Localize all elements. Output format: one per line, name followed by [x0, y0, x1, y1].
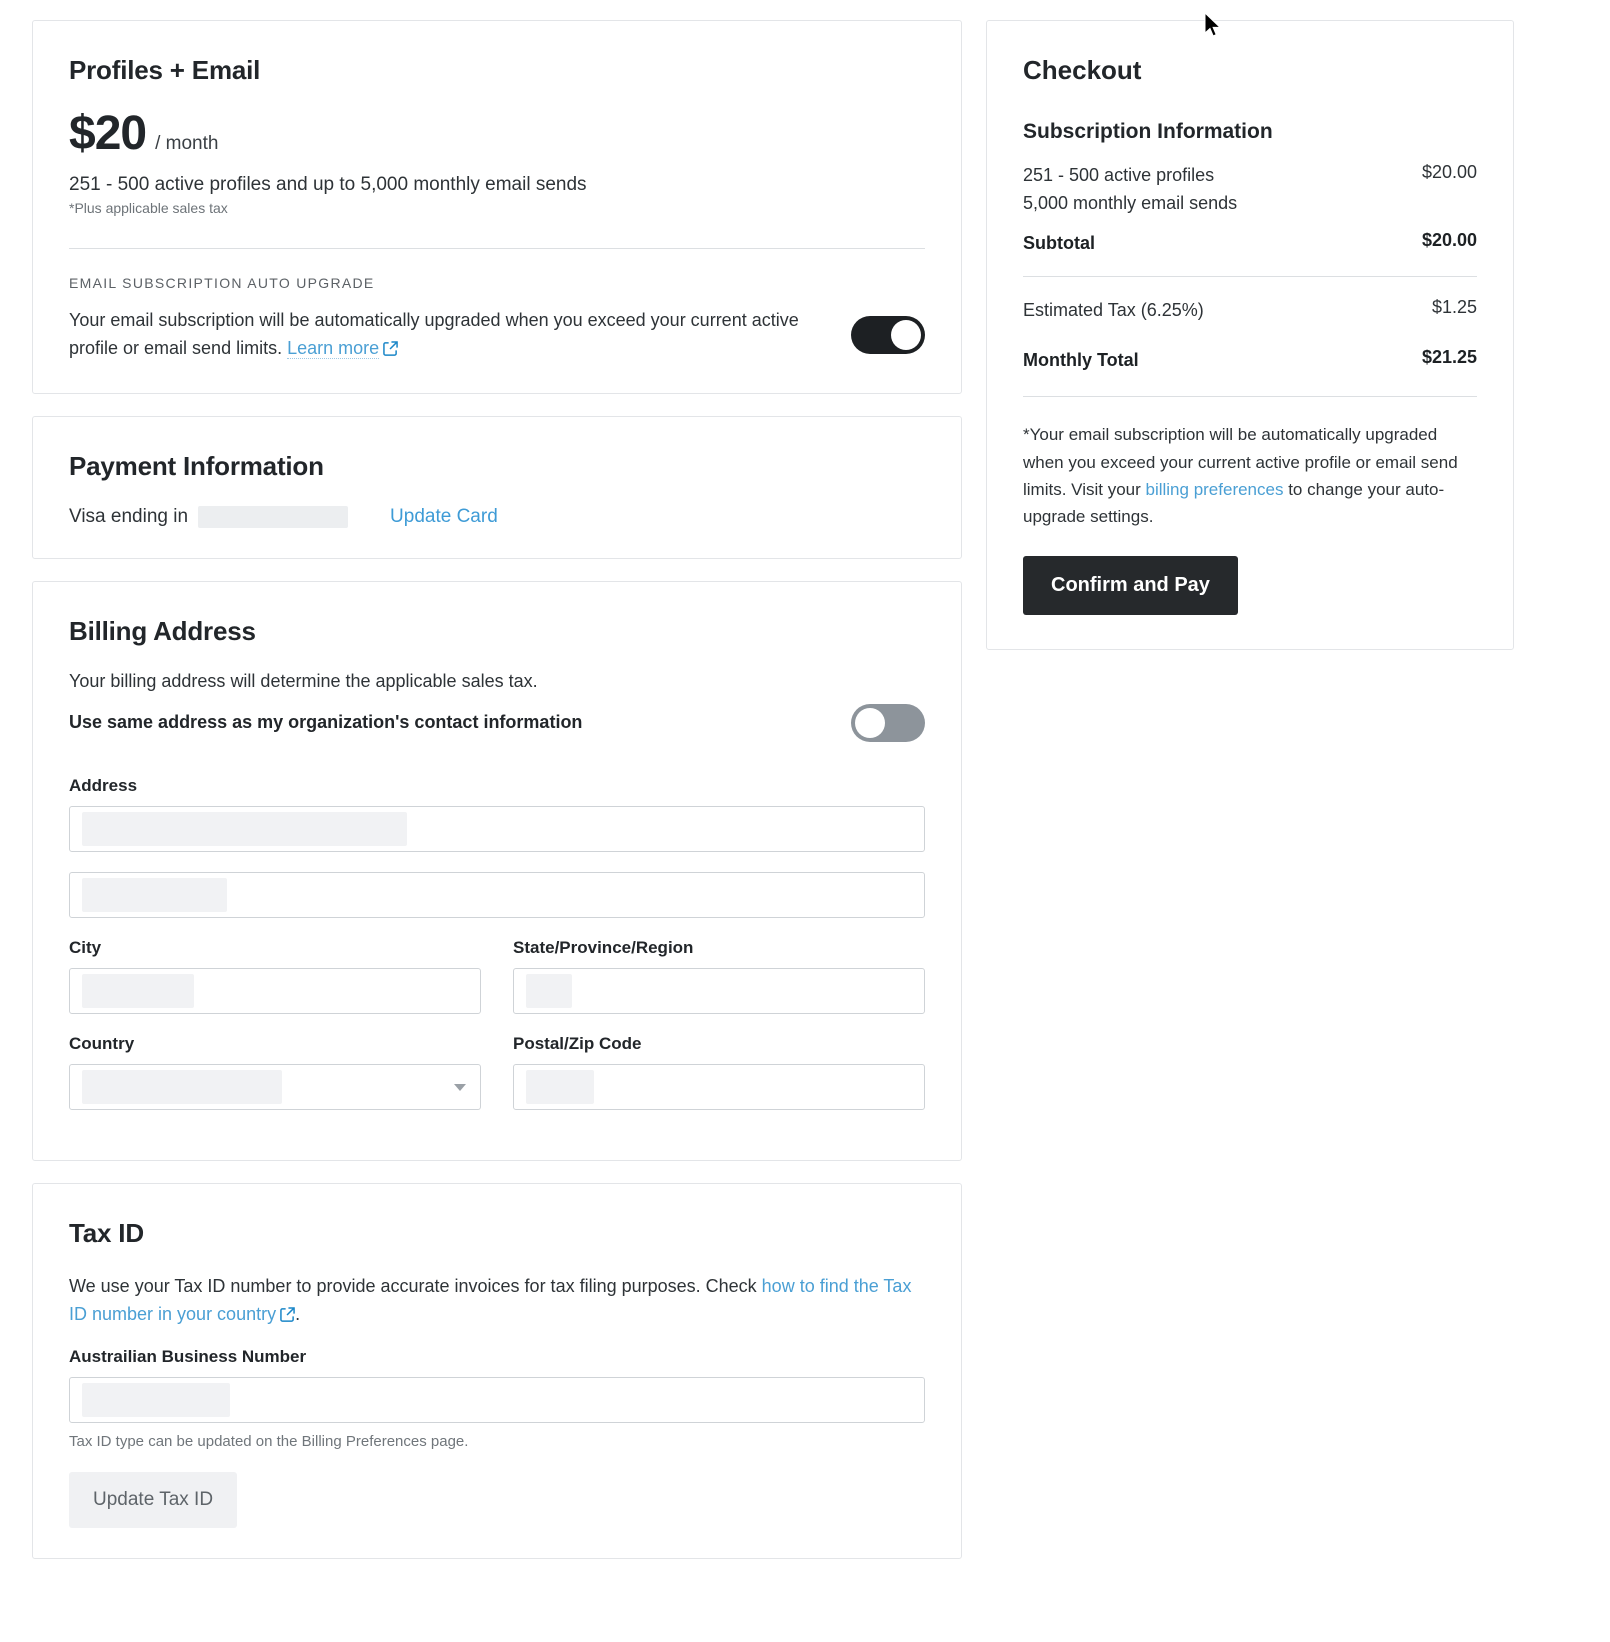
plan-price: $20	[69, 107, 147, 160]
learn-more-label: Learn more	[287, 337, 380, 358]
right-column: Checkout Subscription Information 251 - …	[986, 20, 1514, 1581]
plan-period: / month	[155, 133, 219, 154]
tax-id-field-label: Austrailian Business Number	[69, 1346, 307, 1366]
payment-information-card: Payment Information Visa ending in Updat…	[32, 415, 962, 559]
address-line2-group	[69, 871, 925, 918]
checkout-page: Profiles + Email $20 / month 251 - 500 a…	[0, 0, 1610, 1581]
external-link-icon	[383, 337, 398, 356]
estimated-tax-row: Estimated Tax (6.25%) $1.25	[1023, 297, 1477, 325]
city-field-group: City	[69, 938, 481, 1014]
state-field-group: State/Province/Region	[513, 938, 925, 1014]
tax-id-description: We use your Tax ID number to provide acc…	[69, 1273, 925, 1329]
external-link-icon	[280, 1303, 295, 1322]
learn-more-link[interactable]: Learn more	[287, 337, 380, 359]
address-line1-input[interactable]	[69, 805, 925, 852]
address-line1-value-redacted	[82, 811, 407, 846]
auto-upgrade-text: Your email subscription will be automati…	[69, 310, 799, 358]
price-row: $20 / month	[69, 110, 925, 158]
country-postal-row: Country Postal/Zip Code	[69, 1034, 925, 1130]
card-label: Visa ending in	[69, 505, 189, 527]
state-label: State/Province/Region	[513, 937, 694, 957]
auto-upgrade-eyebrow: EMAIL SUBSCRIPTION AUTO UPGRADE	[69, 275, 375, 291]
monthly-total-value: $21.25	[1421, 346, 1477, 367]
estimated-tax-value: $1.25	[1431, 296, 1477, 317]
estimated-tax-label: Estimated Tax (6.25%)	[1023, 299, 1204, 320]
checkout-card: Checkout Subscription Information 251 - …	[986, 20, 1514, 651]
tax-id-title: Tax ID	[69, 1217, 144, 1248]
subscription-line-item-value: $20.00	[1421, 162, 1477, 182]
billing-preferences-link[interactable]: billing preferences	[1146, 480, 1284, 499]
update-card-link[interactable]: Update Card	[390, 506, 498, 528]
postal-input[interactable]	[513, 1063, 925, 1110]
city-state-row: City State/Province/Region	[69, 938, 925, 1034]
plan-description: 251 - 500 active profiles and up to 5,00…	[69, 174, 587, 195]
card-number-redacted	[198, 505, 349, 528]
monthly-total-label: Monthly Total	[1023, 349, 1139, 370]
auto-upgrade-toggle[interactable]	[851, 315, 925, 354]
postal-label: Postal/Zip Code	[513, 1033, 642, 1053]
same-address-label: Use same address as my organization's co…	[69, 712, 583, 733]
billing-address-card: Billing Address Your billing address wil…	[32, 580, 962, 1161]
country-field-group: Country	[69, 1034, 481, 1110]
same-address-row: Use same address as my organization's co…	[69, 703, 925, 742]
subscription-line-item-label-1: 251 - 500 active profiles	[1023, 165, 1215, 185]
address-line2-value-redacted	[82, 877, 227, 912]
tax-id-card: Tax ID We use your Tax ID number to prov…	[32, 1182, 962, 1559]
subscription-information-heading: Subscription Information	[1023, 120, 1273, 143]
tax-id-value-redacted	[82, 1382, 230, 1417]
state-input[interactable]	[513, 967, 925, 1014]
city-label: City	[69, 937, 102, 957]
subtotal-label: Subtotal	[1023, 232, 1095, 253]
city-value-redacted	[82, 973, 194, 1008]
subscription-line-item-label: 251 - 500 active profiles 5,000 monthly …	[1023, 162, 1237, 218]
tax-id-input[interactable]	[69, 1376, 925, 1423]
same-address-toggle[interactable]	[851, 703, 925, 742]
toggle-knob	[891, 319, 921, 350]
chevron-down-icon	[454, 1083, 466, 1091]
auto-upgrade-description: Your email subscription will be automati…	[69, 307, 814, 363]
auto-upgrade-row: Your email subscription will be automati…	[69, 307, 925, 363]
billing-description: Your billing address will determine the …	[69, 670, 538, 691]
left-column: Profiles + Email $20 / month 251 - 500 a…	[32, 20, 962, 1581]
subscription-line-item-label-2: 5,000 monthly email sends	[1023, 192, 1238, 213]
payment-title: Payment Information	[69, 450, 324, 481]
checkout-title: Checkout	[1023, 55, 1142, 85]
confirm-and-pay-button[interactable]: Confirm and Pay	[1023, 556, 1238, 616]
subtotal-value: $20.00	[1421, 229, 1477, 250]
plan-tax-note: *Plus applicable sales tax	[69, 200, 228, 216]
plan-divider	[69, 248, 925, 249]
tax-id-hint: Tax ID type can be updated on the Billin…	[69, 1432, 469, 1450]
update-tax-id-button[interactable]: Update Tax ID	[69, 1471, 238, 1528]
plan-title: Profiles + Email	[69, 55, 261, 85]
tax-id-description-part1: We use your Tax ID number to provide acc…	[69, 1275, 762, 1296]
tax-id-description-part2: .	[295, 1303, 301, 1324]
billing-title: Billing Address	[69, 615, 256, 646]
state-value-redacted	[526, 973, 572, 1008]
subscription-line-item: 251 - 500 active profiles 5,000 monthly …	[1023, 162, 1477, 218]
address-label: Address	[69, 775, 138, 795]
country-label: Country	[69, 1033, 135, 1053]
city-input[interactable]	[69, 967, 481, 1014]
postal-value-redacted	[526, 1069, 594, 1104]
postal-field-group: Postal/Zip Code	[513, 1034, 925, 1110]
country-value-redacted	[82, 1069, 282, 1104]
monthly-total-row: Monthly Total $21.25	[1023, 347, 1477, 375]
toggle-knob	[855, 707, 885, 738]
checkout-divider-1	[1023, 275, 1477, 277]
payment-row: Visa ending in Update Card	[69, 505, 925, 528]
country-select[interactable]	[69, 1063, 481, 1110]
checkout-divider-2	[1023, 396, 1477, 398]
checkout-footnote: *Your email subscription will be automat…	[1023, 421, 1477, 530]
plan-card: Profiles + Email $20 / month 251 - 500 a…	[32, 20, 962, 394]
address-line2-input[interactable]	[69, 871, 925, 918]
address-field-group: Address	[69, 776, 925, 852]
subtotal-row: Subtotal $20.00	[1023, 230, 1477, 258]
